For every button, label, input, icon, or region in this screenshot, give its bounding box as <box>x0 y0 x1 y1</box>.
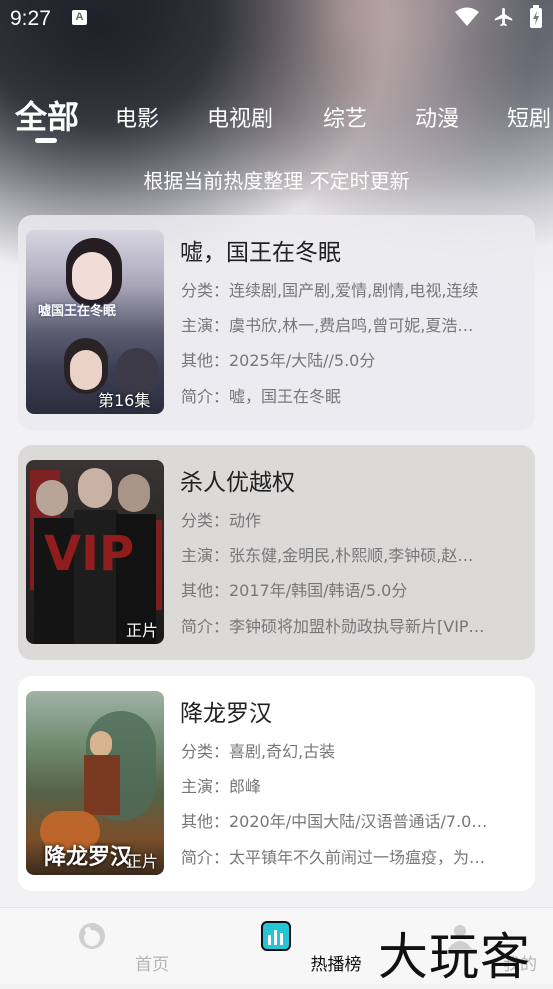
item-category: 分类：连续剧,国产剧,爱情,剧情,电视,连续 <box>181 281 479 300</box>
tab-tv-series[interactable]: 电视剧 <box>207 101 273 133</box>
status-bar: 9:27 A <box>0 0 553 38</box>
episode-badge: 正片 <box>126 852 159 871</box>
item-category: 分类：喜剧,奇幻,古装 <box>181 742 336 761</box>
item-title: 杀人优越权 <box>180 470 295 496</box>
tab-all[interactable]: 全部 <box>15 92 79 138</box>
battery-charging-icon <box>530 5 542 28</box>
active-tab-indicator <box>35 138 57 143</box>
status-time: 9:27 <box>10 7 51 30</box>
nav-home-label: 首页 <box>135 955 169 975</box>
tab-movie[interactable]: 电影 <box>115 101 159 133</box>
tab-variety[interactable]: 综艺 <box>323 101 367 133</box>
tab-anime[interactable]: 动漫 <box>415 101 459 133</box>
item-intro: 简介：嘘，国王在冬眠 <box>181 387 342 406</box>
item-title: 嘘，国王在冬眠 <box>180 240 341 266</box>
item-other: 其他：2020年/中国大陆/汉语普通话/7.0… <box>181 812 488 831</box>
home-icon <box>79 923 105 949</box>
airplane-icon <box>494 7 513 27</box>
episode-badge: 正片 <box>126 621 159 640</box>
item-cast: 主演：张东健,金明民,朴熙顺,李钟硕,赵… <box>181 546 474 565</box>
item-cast: 主演：郎峰 <box>181 777 262 796</box>
notification-icon: A <box>72 10 87 25</box>
list-subtitle: 根据当前热度整理 不定时更新 <box>143 169 410 193</box>
watermark-logo: 大玩客 <box>378 928 531 986</box>
list-item[interactable]: 嘘国王在冬眠 第16集 嘘，国王在冬眠 分类：连续剧,国产剧,爱情,剧情,电视,… <box>18 215 535 430</box>
chart-icon <box>261 921 291 951</box>
episode-badge: 第16集 <box>98 391 151 410</box>
poster-title-text: 嘘国王在冬眠 <box>38 304 117 319</box>
wifi-icon <box>455 7 479 26</box>
item-title: 降龙罗汉 <box>180 701 272 727</box>
item-intro: 简介：太平镇年不久前闹过一场瘟疫，为… <box>181 848 486 867</box>
list-item[interactable]: 降龙罗汉 正片 降龙罗汉 分类：喜剧,奇幻,古装 主演：郎峰 其他：2020年/… <box>18 676 535 891</box>
item-cast: 主演：虞书欣,林一,费启鸣,曾可妮,夏浩… <box>181 316 474 335</box>
item-intro: 简介：李钟硕将加盟朴勋政执导新片[VIP… <box>181 617 485 636</box>
item-category: 分类：动作 <box>181 511 262 530</box>
item-other: 其他：2025年/大陆//5.0分 <box>181 351 376 370</box>
poster-title-text: VIP <box>44 526 135 582</box>
list-item[interactable]: VIP 正片 杀人优越权 分类：动作 主演：张东健,金明民,朴熙顺,李钟硕,赵…… <box>18 445 535 660</box>
category-tabs: 全部 电影 电视剧 综艺 动漫 短剧 <box>0 92 553 144</box>
tab-short-drama[interactable]: 短剧 <box>507 101 551 133</box>
item-other: 其他：2017年/韩国/韩语/5.0分 <box>181 581 408 600</box>
poster-title-text: 降龙罗汉 <box>44 845 133 870</box>
